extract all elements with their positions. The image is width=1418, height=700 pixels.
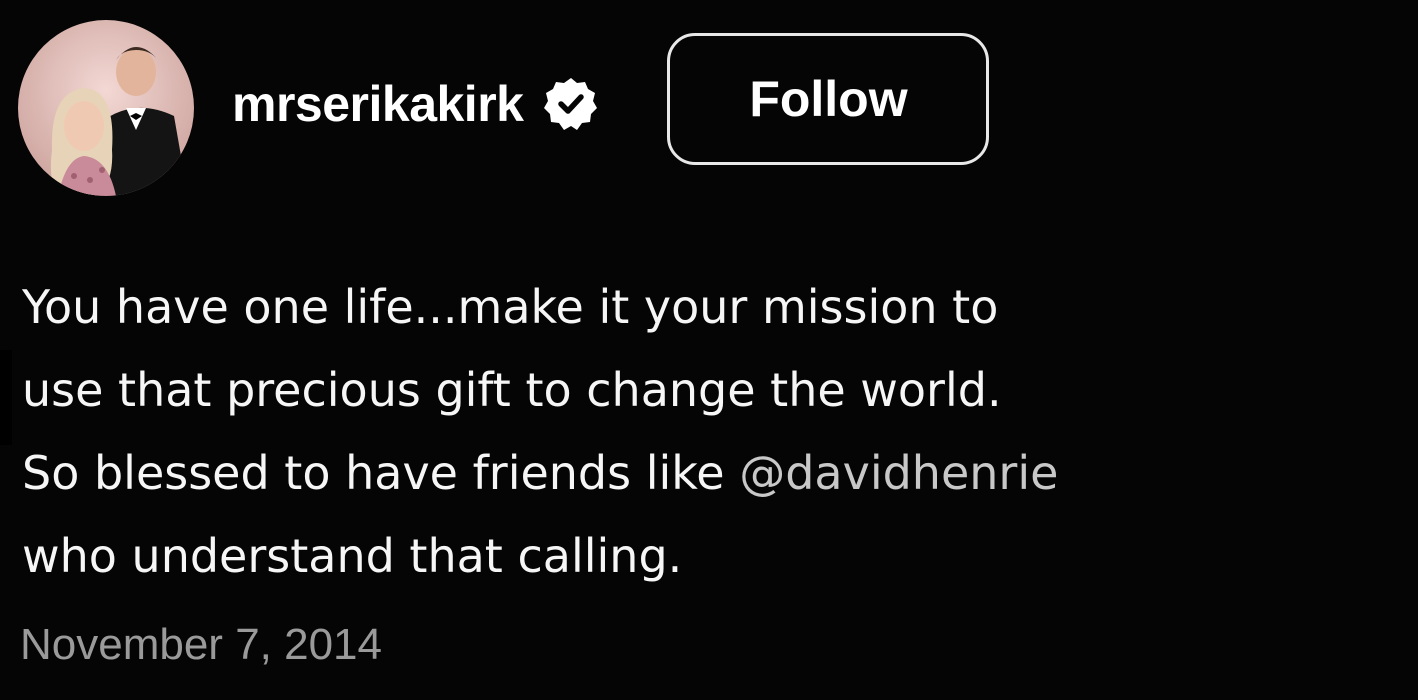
caption-line-4: who understand that calling. xyxy=(22,529,683,583)
follow-button[interactable]: Follow xyxy=(667,33,990,165)
username[interactable]: mrserikakirk xyxy=(232,75,524,133)
caption-line-3-text: So blessed to have friends like xyxy=(22,446,740,500)
instagram-post: mrserikakirk Follow You have one life...… xyxy=(0,0,1418,700)
mention-link[interactable]: @davidhenrie xyxy=(739,446,1058,500)
verified-badge-icon xyxy=(541,74,601,134)
post-header: mrserikakirk Follow xyxy=(18,18,990,198)
left-edge-bar xyxy=(0,350,12,445)
caption-line-3: So blessed to have friends like @davidhe… xyxy=(22,432,1414,515)
post-caption: You have one life...make it your mission… xyxy=(22,266,1414,598)
avatar[interactable] xyxy=(18,20,194,196)
caption-line-1: You have one life...make it your mission… xyxy=(22,280,999,334)
caption-line-2: use that precious gift to change the wor… xyxy=(22,363,1002,417)
profile-photo-icon xyxy=(18,20,194,196)
post-date: November 7, 2014 xyxy=(20,620,382,669)
